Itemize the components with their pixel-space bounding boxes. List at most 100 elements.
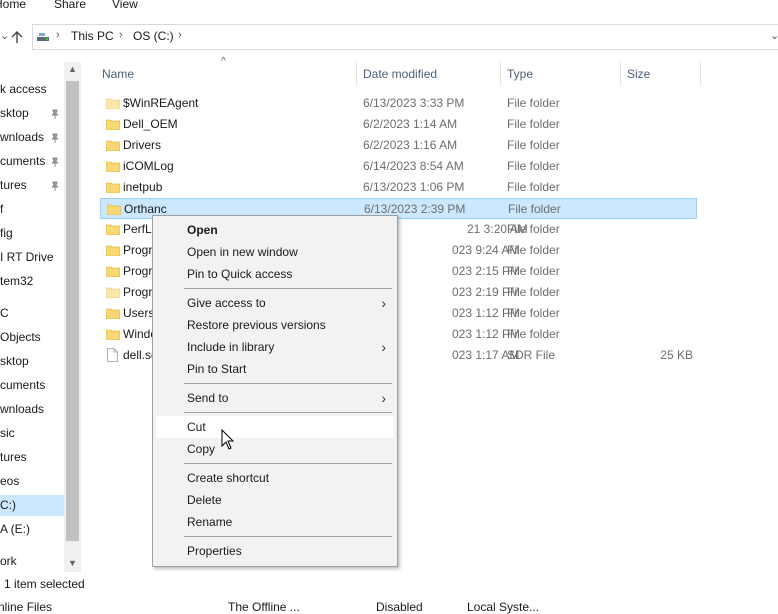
nav-item-f[interactable]: f <box>0 199 64 220</box>
nav-item-this-pc[interactable]: C <box>0 303 64 324</box>
scroll-up-icon[interactable]: ▲ <box>68 64 77 74</box>
mouse-cursor-icon <box>221 429 235 450</box>
submenu-arrow-icon: › <box>381 339 386 355</box>
menu-item-include-library[interactable]: Include in library › <box>156 336 394 358</box>
file-row-winreagent[interactable]: $WinREAgent 6/13/2023 3:33 PM File folde… <box>100 93 697 114</box>
nav-item-rt-drive[interactable]: I RT Drive <box>0 247 64 268</box>
nav-item-drive-e[interactable]: A (E:) <box>0 519 64 540</box>
pin-icon <box>51 157 59 167</box>
file-type: SDR File <box>507 348 556 362</box>
background-row-account: Local Syste... <box>467 600 540 614</box>
nav-scrollbar-thumb[interactable] <box>66 81 79 541</box>
nav-item-label: k access <box>0 82 47 96</box>
nav-item-downloads-pc[interactable]: wnloads <box>0 399 64 420</box>
file-name: Drivers <box>123 138 161 152</box>
breadcrumb-chevron-icon[interactable]: › <box>119 29 123 41</box>
nav-item-music[interactable]: sic <box>0 423 64 444</box>
file-row-dell-oem[interactable]: Dell_OEM 6/2/2023 1:14 AM File folder <box>100 114 697 135</box>
file-row-icomlog[interactable]: iCOMLog 6/14/2023 8:54 AM File folder <box>100 156 697 177</box>
nav-item-label: C <box>0 306 9 320</box>
nav-item-label: Objects <box>0 330 41 344</box>
drive-icon <box>37 33 49 41</box>
column-header-date[interactable]: Date modified <box>363 67 437 81</box>
folder-icon <box>106 224 120 235</box>
file-size: 25 KB <box>660 348 693 362</box>
column-divider[interactable] <box>620 62 621 86</box>
breadcrumb-chevron-icon[interactable]: › <box>56 29 60 41</box>
nav-item-label: tures <box>0 178 27 192</box>
menu-item-delete[interactable]: Delete <box>156 489 394 511</box>
nav-item-system32[interactable]: tem32 <box>0 271 64 292</box>
menu-item-cut[interactable]: Cut <box>156 416 394 438</box>
folder-icon <box>106 266 120 277</box>
file-type: File folder <box>507 138 560 152</box>
file-row-inetpub[interactable]: inetpub 6/13/2023 1:06 PM File folder <box>100 177 697 198</box>
file-type: File folder <box>507 180 560 194</box>
nav-item-3d-objects[interactable]: Objects <box>0 327 64 348</box>
menu-item-create-shortcut[interactable]: Create shortcut <box>156 467 394 489</box>
breadcrumb-os-c[interactable]: OS (C:) <box>133 29 174 43</box>
menu-item-rename[interactable]: Rename <box>156 511 394 533</box>
menu-item-open[interactable]: Open <box>156 219 394 241</box>
file-icon <box>107 348 118 362</box>
menu-item-label: Give access to <box>187 296 266 310</box>
menu-item-give-access[interactable]: Give access to › <box>156 292 394 314</box>
nav-item-label: wnloads <box>0 130 45 144</box>
sort-ascending-icon: ^ <box>221 56 226 67</box>
nav-item-documents-pc[interactable]: cuments <box>0 375 64 396</box>
column-divider[interactable] <box>700 62 701 86</box>
up-arrow-icon[interactable] <box>10 30 24 44</box>
nav-item-config[interactable]: fig <box>0 223 64 244</box>
back-dropdown-icon[interactable]: ⌄ <box>0 29 9 42</box>
ribbon-tab-view[interactable]: View <box>112 0 138 11</box>
file-date: 6/14/2023 8:54 AM <box>363 159 464 173</box>
file-type: File folder <box>507 222 560 236</box>
nav-item-label: sktop <box>0 106 29 120</box>
file-name: Progr <box>123 285 153 299</box>
nav-item-quick-access[interactable]: k access <box>0 79 64 100</box>
address-dropdown-icon[interactable]: ⌄ <box>770 29 778 42</box>
nav-item-desktop-pc[interactable]: sktop <box>0 351 64 372</box>
file-date: 6/13/2023 3:33 PM <box>363 96 465 110</box>
file-date: 6/2/2023 1:14 AM <box>363 117 458 131</box>
menu-item-copy[interactable]: Copy <box>156 438 394 460</box>
menu-item-send-to[interactable]: Send to › <box>156 387 394 409</box>
menu-item-restore-versions[interactable]: Restore previous versions <box>156 314 394 336</box>
file-name: Progr <box>123 243 153 257</box>
column-header-type[interactable]: Type <box>507 67 533 81</box>
file-row-drivers[interactable]: Drivers 6/2/2023 1:16 AM File folder <box>100 135 697 156</box>
column-divider[interactable] <box>356 62 357 86</box>
nav-item-network[interactable]: ork <box>0 551 64 572</box>
breadcrumb-this-pc[interactable]: This PC <box>71 29 114 43</box>
column-header-name[interactable]: Name <box>102 67 134 81</box>
nav-item-label: f <box>0 202 4 216</box>
file-type: File folder <box>507 306 560 320</box>
file-name: Users <box>123 306 155 320</box>
menu-item-pin-quick-access[interactable]: Pin to Quick access <box>156 263 394 285</box>
folder-icon <box>107 204 121 215</box>
menu-item-pin-start[interactable]: Pin to Start <box>156 358 394 380</box>
menu-item-open-new-window[interactable]: Open in new window <box>156 241 394 263</box>
ribbon-tab-home[interactable]: Home <box>0 0 26 11</box>
file-name: iCOMLog <box>123 159 174 173</box>
scroll-down-icon[interactable]: ▼ <box>68 558 77 568</box>
file-type: File folder <box>507 96 560 110</box>
nav-item-label: I RT Drive <box>0 250 54 264</box>
breadcrumb-chevron-icon[interactable]: › <box>178 29 182 41</box>
nav-item-label: ork <box>0 554 17 568</box>
nav-item-label: sktop <box>0 354 29 368</box>
ribbon-tab-share[interactable]: Share <box>54 0 86 11</box>
background-row-name: nline Files <box>0 600 53 614</box>
column-header-size[interactable]: Size <box>627 67 650 81</box>
nav-item-os-c[interactable]: C:) <box>0 495 64 516</box>
background-row-description: The Offline ... <box>228 600 300 614</box>
folder-icon <box>106 308 120 319</box>
file-name: $WinREAgent <box>123 96 199 110</box>
nav-item-pictures-pc[interactable]: tures <box>0 447 64 468</box>
pin-icon <box>51 181 59 191</box>
nav-item-videos[interactable]: eos <box>0 471 64 492</box>
menu-item-properties[interactable]: Properties <box>156 540 394 562</box>
column-divider[interactable] <box>500 62 501 86</box>
background-row-status: Disabled <box>376 600 423 614</box>
menu-item-label: Send to <box>187 391 229 405</box>
